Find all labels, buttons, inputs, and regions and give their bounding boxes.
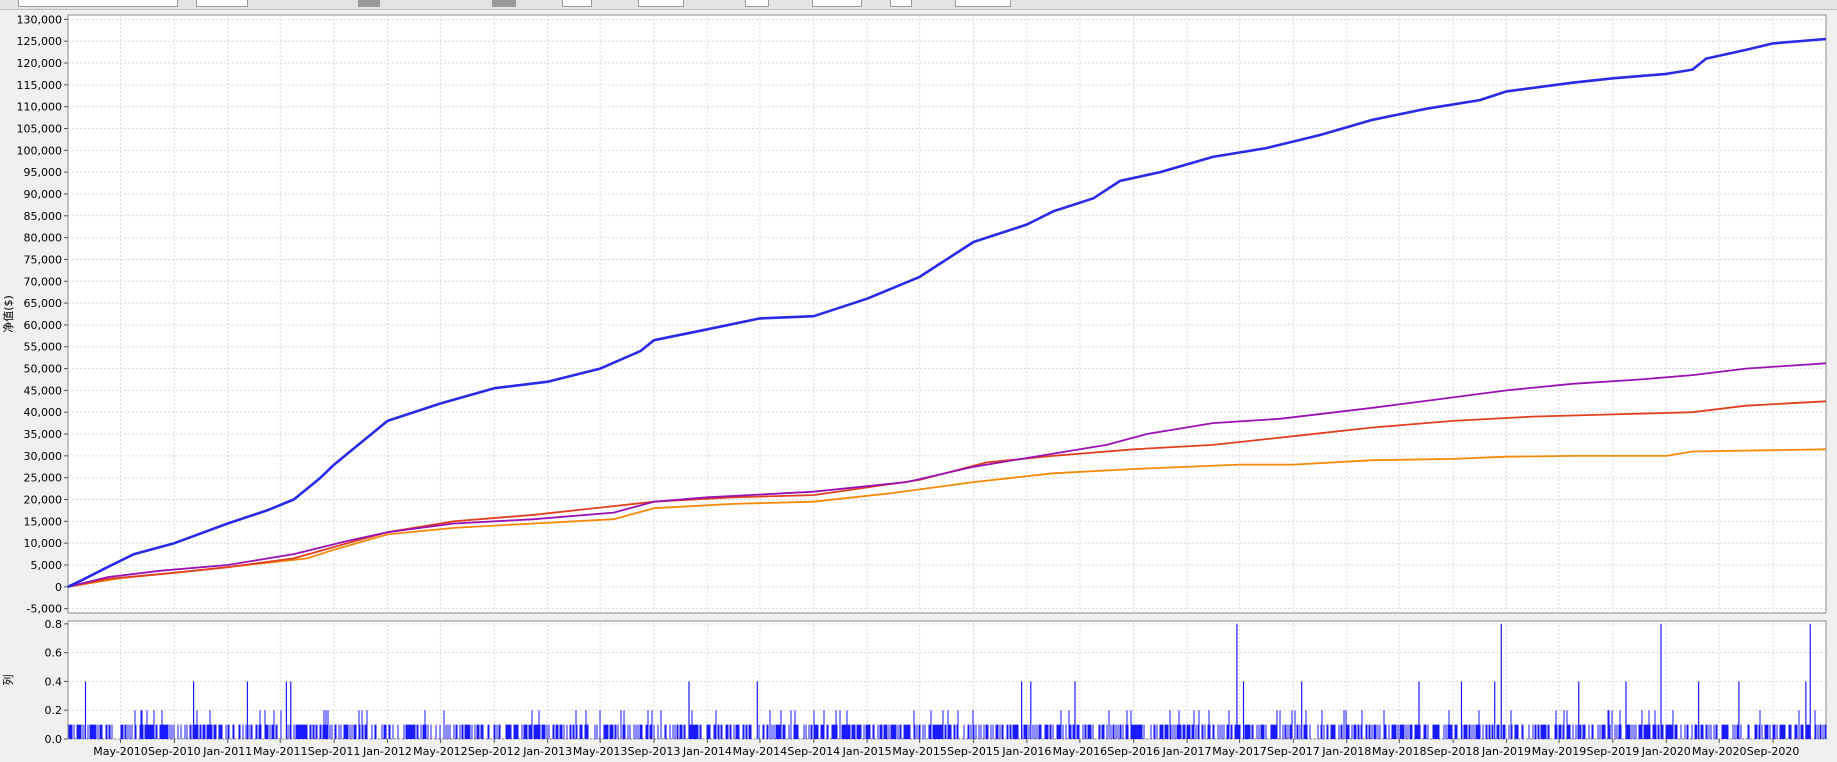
equity-y-tick-label: 50,000 xyxy=(24,363,63,376)
equity-y-tick-label: 5,000 xyxy=(31,559,63,572)
equity-y-tick-label: 120,000 xyxy=(17,57,63,70)
x-tick-label: Sep-2013 xyxy=(628,745,681,758)
toolbar-control[interactable] xyxy=(890,0,912,7)
x-tick-label: Sep-2019 xyxy=(1587,745,1640,758)
equity-y-tick-label: 95,000 xyxy=(24,166,63,179)
x-tick-label: Jan-2011 xyxy=(202,745,252,758)
equity-y-tick-label: 85,000 xyxy=(24,210,63,223)
equity-y-tick-label: 100,000 xyxy=(17,144,63,157)
trade-y-tick-label: 0.8 xyxy=(45,618,63,631)
equity-y-tick-label: 45,000 xyxy=(24,384,63,397)
toolbar-control[interactable] xyxy=(358,0,380,7)
x-tick-label: Sep-2016 xyxy=(1107,745,1160,758)
equity-y-tick-label: 110,000 xyxy=(17,101,63,114)
equity-plot-area xyxy=(67,14,1827,614)
x-tick-label: May-2019 xyxy=(1532,745,1587,758)
trade-y-axis: 0.0 0.2 0.4 0.6 0.8 xyxy=(45,618,68,746)
equity-y-tick-label: 15,000 xyxy=(24,515,63,528)
equity-y-tick-label: 90,000 xyxy=(24,188,63,201)
trade-y-tick-label: 0.4 xyxy=(45,675,63,688)
equity-y-tick-label: 20,000 xyxy=(24,494,63,507)
equity-y-tick-label: 130,000 xyxy=(17,13,63,26)
equity-y-tick-label: 0 xyxy=(55,581,62,594)
toolbar-control[interactable] xyxy=(812,0,862,7)
toolbar-control[interactable] xyxy=(955,0,1011,7)
equity-y-tick-label: 30,000 xyxy=(24,450,63,463)
x-tick-label: Sep-2017 xyxy=(1267,745,1320,758)
toolbar-control[interactable] xyxy=(492,0,516,7)
x-tick-label: May-2011 xyxy=(253,745,308,758)
x-tick-label: Sep-2018 xyxy=(1427,745,1480,758)
equity-y-tick-label: 80,000 xyxy=(24,232,63,245)
toolbar-control[interactable] xyxy=(638,0,684,7)
x-tick-label: Sep-2020 xyxy=(1747,745,1800,758)
x-tick-label: Sep-2015 xyxy=(947,745,1000,758)
x-tick-label: May-2014 xyxy=(733,745,788,758)
equity-chart: -5,000 0 5,000 10,000 15,000 20,000 25,000 30,0… xyxy=(1,13,1827,758)
x-tick-label: Jan-2014 xyxy=(682,745,732,758)
x-tick-label: May-2016 xyxy=(1053,745,1108,758)
x-tick-label: Sep-2011 xyxy=(308,745,361,758)
equity-y-tick-label: 60,000 xyxy=(24,319,63,332)
x-axis: May-2010 Sep-2010 Jan-2011 May-2011 Sep-2011… xyxy=(93,739,1799,758)
x-tick-label: Jan-2015 xyxy=(842,745,892,758)
equity-y-tick-label: 55,000 xyxy=(24,341,63,354)
x-tick-label: May-2010 xyxy=(93,745,148,758)
equity-y-axis-title: 净值($) xyxy=(1,295,15,333)
toolbar-control[interactable] xyxy=(745,0,769,7)
equity-y-tick-label: 10,000 xyxy=(24,537,63,550)
equity-y-tick-label: 25,000 xyxy=(24,472,63,485)
equity-y-tick-label: 70,000 xyxy=(24,275,63,288)
equity-y-tick-label: 35,000 xyxy=(24,428,63,441)
trade-plot-area xyxy=(67,620,1827,740)
x-tick-label: May-2020 xyxy=(1692,745,1747,758)
equity-panel: -5,000 0 5,000 10,000 15,000 20,000 25,000 30,0… xyxy=(1,13,1827,616)
x-tick-label: Jan-2017 xyxy=(1162,745,1212,758)
trade-y-tick-label: 0.0 xyxy=(45,733,63,746)
equity-y-tick-label: 65,000 xyxy=(24,297,63,310)
toolbar-control[interactable] xyxy=(18,0,178,7)
x-tick-label: Jan-2018 xyxy=(1321,745,1371,758)
x-tick-label: Jan-2020 xyxy=(1641,745,1691,758)
x-tick-label: Sep-2012 xyxy=(468,745,521,758)
x-tick-label: Jan-2016 xyxy=(1001,745,1051,758)
x-tick-label: Jan-2013 xyxy=(522,745,572,758)
x-tick-label: May-2017 xyxy=(1212,745,1267,758)
equity-y-tick-label: 115,000 xyxy=(17,79,63,92)
equity-y-tick-label: -5,000 xyxy=(27,603,62,616)
x-tick-label: May-2018 xyxy=(1372,745,1427,758)
trade-y-axis-title: 列 xyxy=(1,675,15,686)
x-tick-label: Sep-2014 xyxy=(787,745,840,758)
trade-y-tick-label: 0.2 xyxy=(45,704,63,717)
equity-y-tick-label: 40,000 xyxy=(24,406,63,419)
trade-y-tick-label: 0.6 xyxy=(45,647,63,660)
x-tick-label: Jan-2019 xyxy=(1481,745,1531,758)
x-tick-label: May-2012 xyxy=(413,745,468,758)
equity-y-tick-label: 75,000 xyxy=(24,253,63,266)
equity-y-tick-label: 125,000 xyxy=(17,35,63,48)
x-tick-label: May-2015 xyxy=(892,745,947,758)
x-tick-label: May-2013 xyxy=(573,745,628,758)
toolbar-control[interactable] xyxy=(196,0,248,7)
toolbar-control[interactable] xyxy=(562,0,592,7)
trade-panel: 0.0 0.2 0.4 0.6 0.8 列 xyxy=(1,618,1827,746)
equity-y-tick-label: 105,000 xyxy=(17,122,63,135)
x-tick-label: Jan-2012 xyxy=(362,745,412,758)
equity-y-axis: -5,000 0 5,000 10,000 15,000 20,000 25,000 30,0… xyxy=(17,13,68,616)
x-tick-label: Sep-2010 xyxy=(148,745,201,758)
